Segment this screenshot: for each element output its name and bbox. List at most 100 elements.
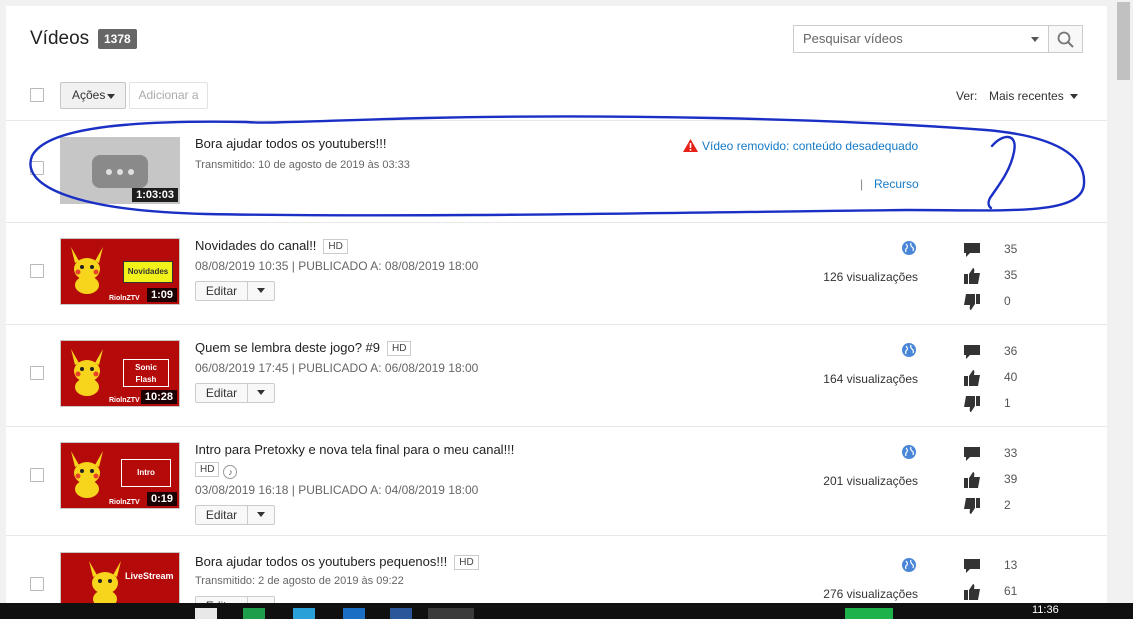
- row-checkbox[interactable]: [30, 161, 44, 175]
- edit-button[interactable]: Editar: [196, 384, 248, 402]
- video-title[interactable]: Bora ajudar todos os youtubers pequenos!…: [195, 554, 479, 570]
- row-checkbox[interactable]: [30, 264, 44, 278]
- video-manager-panel: Vídeos 1378 Pesquisar vídeos Ações Adici…: [6, 6, 1107, 619]
- chevron-down-icon: [107, 94, 115, 99]
- thumbnail-footer: RiolnZTV: [109, 499, 140, 506]
- table-row: Intro RiolnZTV 0:19 Intro para Pretoxky …: [6, 426, 1107, 535]
- view-label: Ver:: [956, 89, 978, 103]
- video-title[interactable]: Bora ajudar todos os youtubers!!!: [195, 136, 387, 151]
- edit-button[interactable]: Editar: [196, 282, 248, 300]
- row-checkbox[interactable]: [30, 468, 44, 482]
- thumbs-up-icon[interactable]: [963, 472, 981, 488]
- actions-label: Ações: [72, 88, 106, 102]
- search-dropdown-caret[interactable]: [1031, 37, 1039, 42]
- thumbnail-footer: RiolnZTV: [109, 397, 140, 404]
- thumbnail-label: Intro: [121, 459, 171, 487]
- video-title[interactable]: Intro para Pretoxky e nova tela final pa…: [195, 442, 514, 457]
- hd-badge: HD: [195, 462, 220, 477]
- video-duration: 0:19: [146, 492, 177, 506]
- comment-icon[interactable]: [963, 344, 981, 360]
- taskbar-app-icon[interactable]: [343, 608, 365, 619]
- search-placeholder: Pesquisar vídeos: [803, 31, 903, 46]
- chevron-down-icon: [1069, 94, 1078, 100]
- video-title-text: Novidades do canal!!: [195, 238, 317, 253]
- video-date: 03/08/2019 16:18 | PUBLICADO A: 04/08/20…: [195, 483, 479, 497]
- video-duration: 1:03:03: [132, 188, 178, 202]
- globe-icon: [902, 558, 916, 572]
- sort-selected-value: Mais recentes: [989, 89, 1064, 103]
- table-row: Novidades RiolnZTV 1:09 Novidades do can…: [6, 222, 1107, 324]
- comment-count: 13: [1004, 558, 1018, 572]
- globe-icon: [902, 445, 916, 459]
- like-count: 35: [1004, 268, 1018, 282]
- globe-icon: [902, 343, 916, 357]
- video-date: Transmitido: 10 de agosto de 2019 às 03:…: [195, 159, 410, 171]
- video-thumbnail[interactable]: Novidades RiolnZTV 1:09: [60, 238, 180, 305]
- table-row: Sonic Flash RiolnZTV 10:28 Quem se lembr…: [6, 324, 1107, 426]
- edit-button-group[interactable]: Editar: [195, 505, 275, 525]
- view-count: 201 visualizações: [823, 474, 918, 488]
- hd-badge: HD: [454, 555, 479, 570]
- search-button[interactable]: [1049, 25, 1083, 53]
- taskbar-active-app[interactable]: [428, 608, 474, 619]
- add-to-button[interactable]: Adicionar a: [129, 82, 208, 109]
- edit-button-group[interactable]: Editar: [195, 281, 275, 301]
- thumbnail-label: Sonic Flash: [123, 359, 169, 387]
- clock[interactable]: 11:36: [1032, 604, 1059, 616]
- taskbar: 11:36: [0, 603, 1133, 619]
- video-title[interactable]: Novidades do canal!! HD: [195, 238, 348, 254]
- taskbar-indicator[interactable]: [845, 608, 893, 619]
- thumbnail-footer: RiolnZTV: [109, 295, 140, 302]
- thumbs-down-icon[interactable]: [963, 294, 981, 310]
- taskbar-app-icon[interactable]: [243, 608, 265, 619]
- dislike-count: 2: [1004, 498, 1011, 512]
- comment-icon[interactable]: [963, 558, 981, 574]
- video-date: 08/08/2019 10:35 | PUBLICADO A: 08/08/20…: [195, 259, 479, 273]
- scrollbar-thumb[interactable]: [1117, 2, 1130, 80]
- video-count-badge: 1378: [98, 29, 137, 49]
- comment-icon[interactable]: [963, 446, 981, 462]
- view-count: 164 visualizações: [823, 372, 918, 386]
- warning-icon: [683, 139, 698, 152]
- search-input[interactable]: Pesquisar vídeos: [793, 25, 1049, 53]
- thumbs-up-icon[interactable]: [963, 370, 981, 386]
- thumbnail-label: LiveStream: [125, 571, 174, 581]
- globe-icon: [902, 241, 916, 255]
- video-thumbnail[interactable]: 1:03:03: [60, 137, 180, 204]
- pikachu-image: [71, 451, 103, 498]
- scrollbar[interactable]: [1114, 0, 1133, 603]
- select-all-checkbox[interactable]: [30, 88, 44, 102]
- taskbar-app-icon[interactable]: [195, 608, 217, 619]
- pikachu-image: [89, 561, 121, 608]
- like-count: 61: [1004, 584, 1018, 598]
- comment-count: 35: [1004, 242, 1018, 256]
- dislike-count: 1: [1004, 396, 1011, 410]
- chevron-down-icon[interactable]: [257, 512, 265, 517]
- badges: HD ♪: [195, 461, 238, 479]
- removed-status-link[interactable]: Vídeo removido: conteúdo desadequado: [683, 139, 918, 153]
- video-title[interactable]: Quem se lembra deste jogo? #9 HD: [195, 340, 412, 356]
- comment-icon[interactable]: [963, 242, 981, 258]
- taskbar-app-icon[interactable]: [390, 608, 412, 619]
- table-row: 1:03:03 Bora ajudar todos os youtubers!!…: [6, 120, 1107, 222]
- like-count: 39: [1004, 472, 1018, 486]
- sort-select[interactable]: Mais recentes: [989, 89, 1078, 103]
- appeal-link[interactable]: Recurso: [874, 177, 919, 191]
- video-title-text: Quem se lembra deste jogo? #9: [195, 340, 380, 355]
- video-date: Transmitido: 2 de agosto de 2019 às 09:2…: [195, 575, 404, 587]
- chevron-down-icon[interactable]: [257, 390, 265, 395]
- video-thumbnail[interactable]: Sonic Flash RiolnZTV 10:28: [60, 340, 180, 407]
- taskbar-app-icon[interactable]: [293, 608, 315, 619]
- row-checkbox[interactable]: [30, 366, 44, 380]
- row-checkbox[interactable]: [30, 577, 44, 591]
- thumbs-down-icon[interactable]: [963, 498, 981, 514]
- actions-button[interactable]: Ações: [60, 82, 126, 109]
- thumbs-down-icon[interactable]: [963, 396, 981, 412]
- thumbs-up-icon[interactable]: [963, 268, 981, 284]
- thumbs-up-icon[interactable]: [963, 584, 981, 600]
- separator: |: [860, 177, 864, 191]
- video-thumbnail[interactable]: Intro RiolnZTV 0:19: [60, 442, 180, 509]
- edit-button[interactable]: Editar: [196, 506, 248, 524]
- chevron-down-icon[interactable]: [257, 288, 265, 293]
- edit-button-group[interactable]: Editar: [195, 383, 275, 403]
